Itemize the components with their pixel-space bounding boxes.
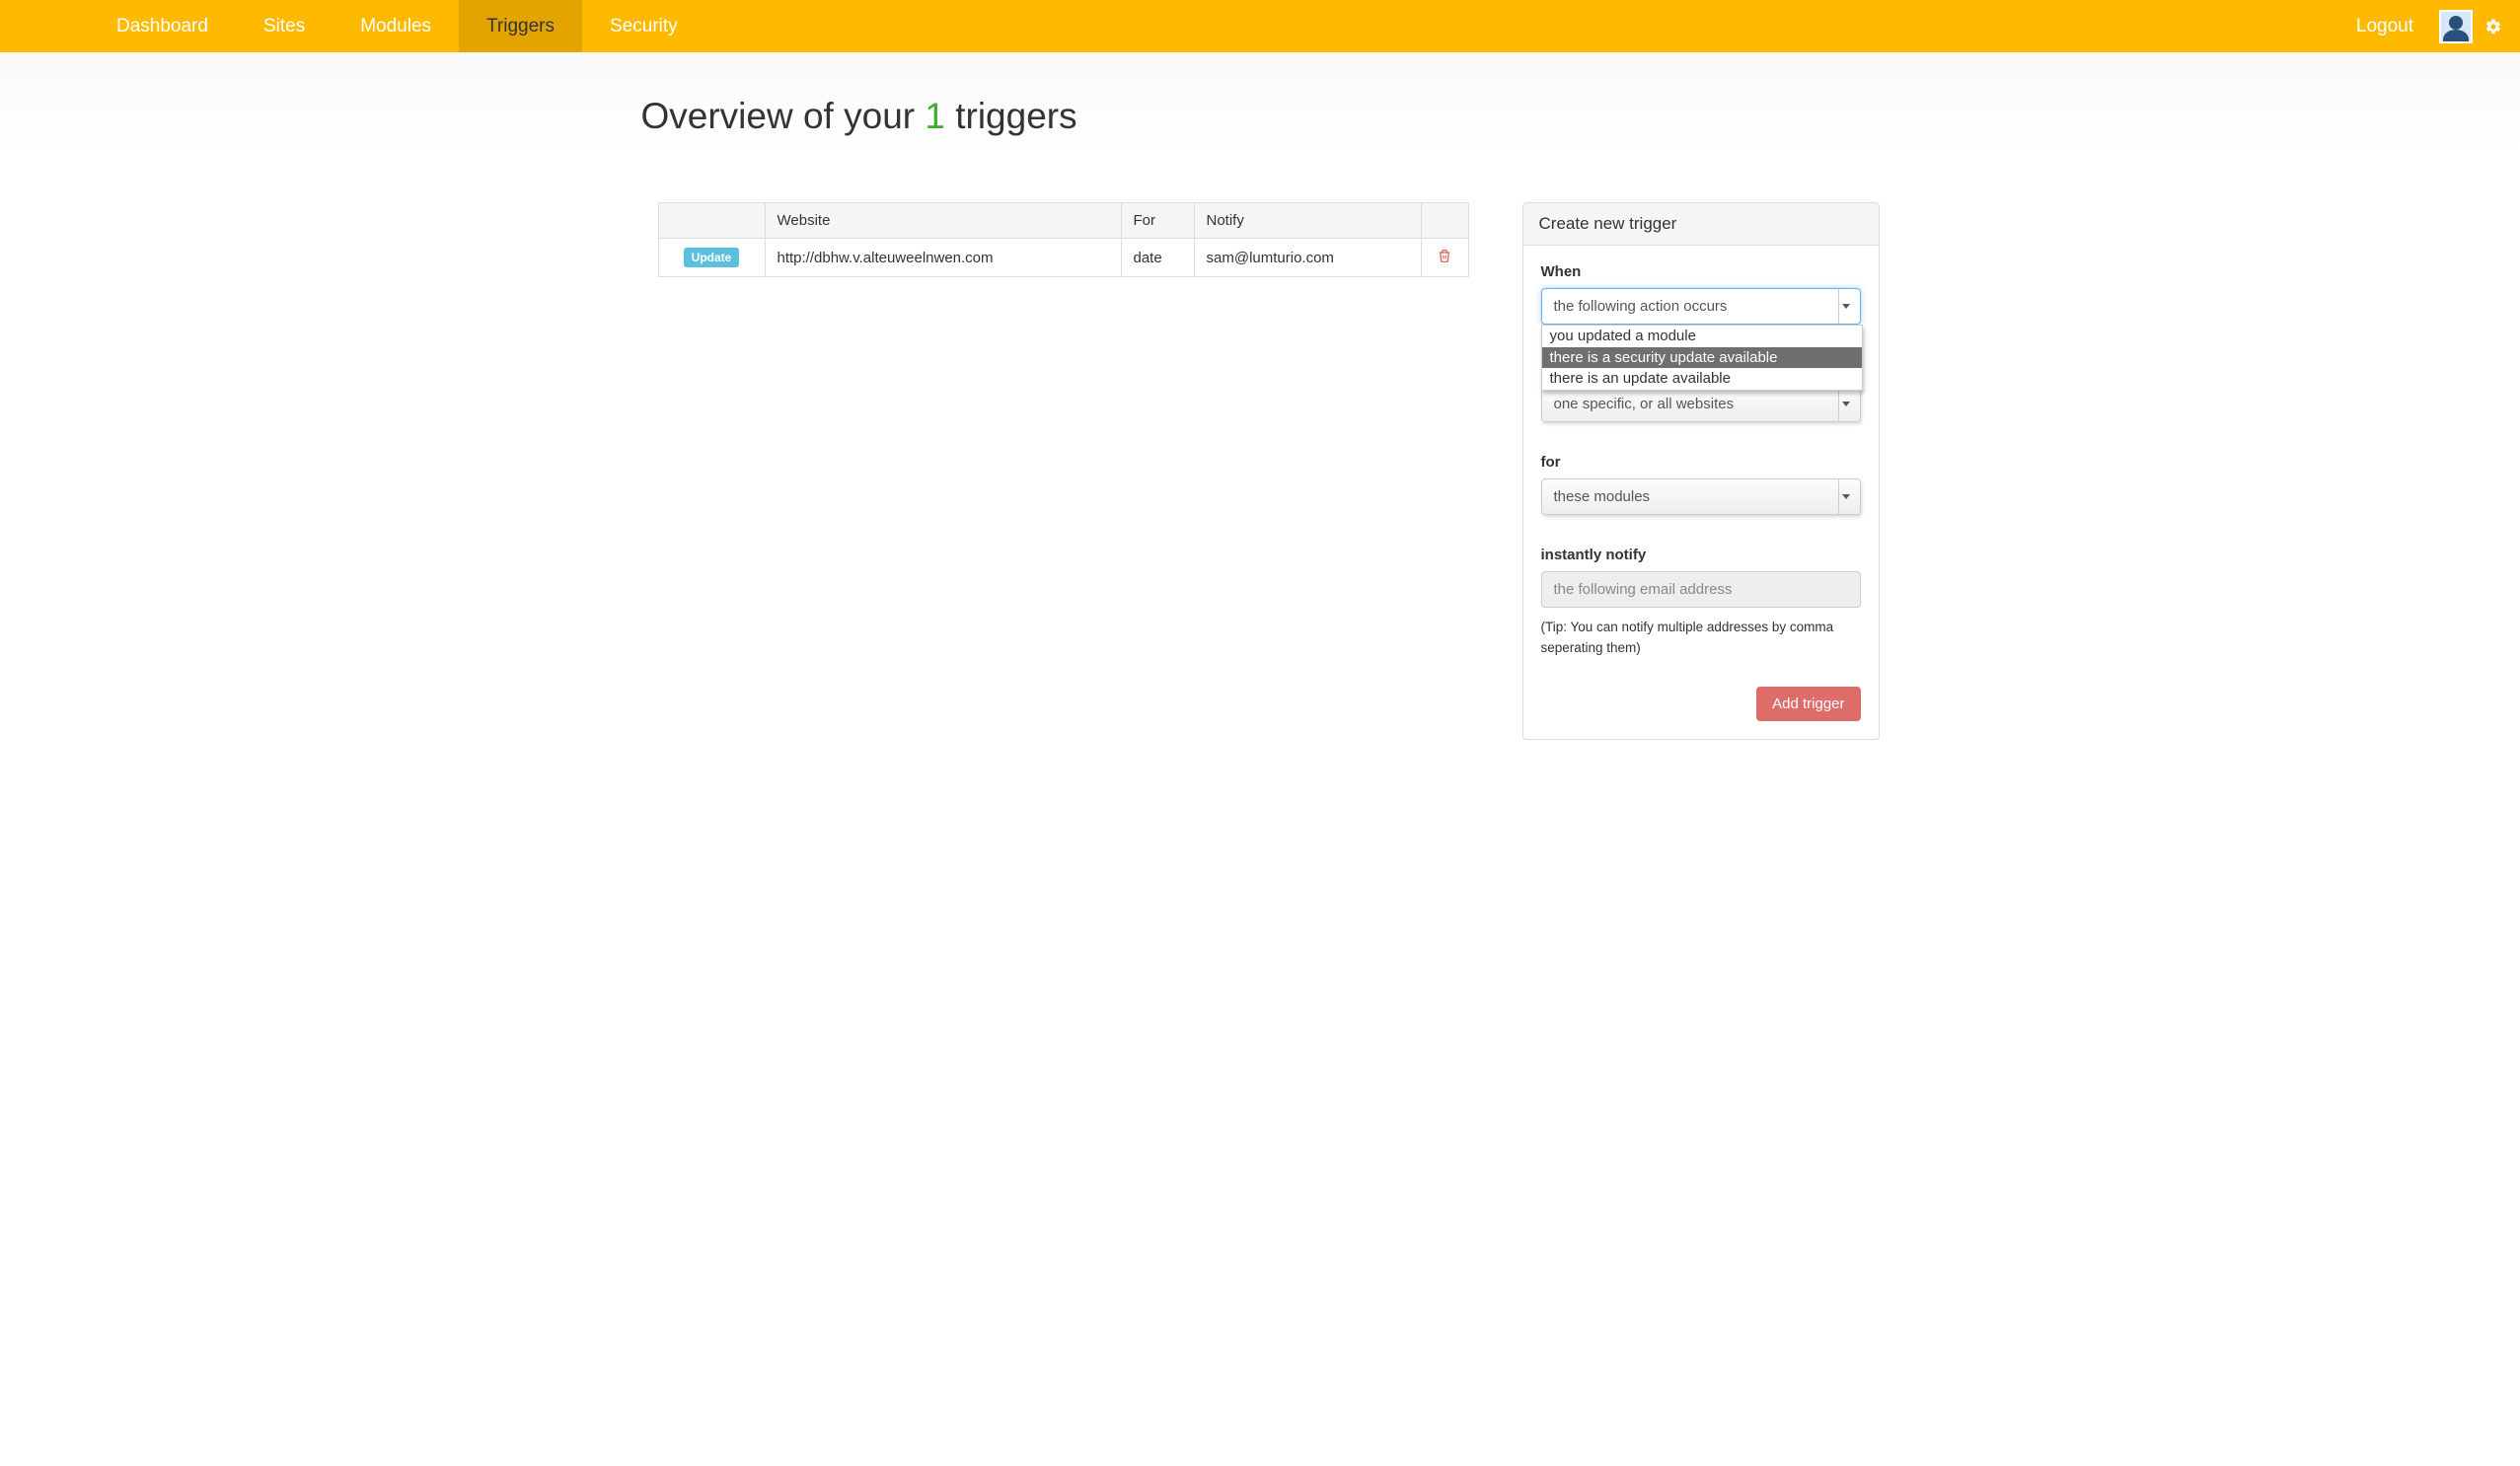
- triggers-table-wrap: Website For Notify Update http://dbhw.v.…: [641, 202, 1469, 277]
- page-title: Overview of your 1 triggers: [641, 52, 1880, 137]
- page-title-count: 1: [925, 96, 945, 136]
- when-select[interactable]: the following action occurs: [1541, 288, 1861, 325]
- chevron-down-icon: [1838, 289, 1854, 324]
- gear-icon[interactable]: [2484, 18, 2502, 36]
- when-label: When: [1541, 263, 1861, 280]
- nav-item-security[interactable]: Security: [582, 0, 705, 52]
- navbar: Dashboard Sites Modules Triggers Securit…: [0, 0, 2520, 52]
- nav-right: Logout: [2342, 0, 2502, 52]
- notify-label: instantly notify: [1541, 547, 1861, 563]
- nav-item-modules[interactable]: Modules: [333, 0, 459, 52]
- create-trigger-panel: Create new trigger When the following ac…: [1522, 202, 1880, 740]
- nav-item-dashboard[interactable]: Dashboard: [89, 0, 236, 52]
- panel-heading: Create new trigger: [1523, 203, 1879, 246]
- when-dropdown-menu: you updated a module there is a security…: [1541, 325, 1863, 391]
- avatar[interactable]: [2439, 10, 2473, 43]
- cell-for: date: [1121, 239, 1194, 277]
- notify-hint: (Tip: You can notify multiple addresses …: [1541, 618, 1861, 659]
- logout-link[interactable]: Logout: [2342, 16, 2427, 37]
- th-website: Website: [765, 203, 1121, 239]
- th-for: For: [1121, 203, 1194, 239]
- nav-left: Dashboard Sites Modules Triggers Securit…: [89, 0, 705, 52]
- th-delete: [1421, 203, 1468, 239]
- cell-notify: sam@lumturio.com: [1194, 239, 1421, 277]
- th-action: [658, 203, 765, 239]
- when-option-1[interactable]: there is a security update available: [1542, 347, 1862, 369]
- cell-website: http://dbhw.v.alteuweelnwen.com: [765, 239, 1121, 277]
- when-select-value: the following action occurs: [1554, 298, 1728, 315]
- for-website-select[interactable]: one specific, or all websites: [1541, 386, 1861, 422]
- nav-item-triggers[interactable]: Triggers: [459, 0, 582, 52]
- th-notify: Notify: [1194, 203, 1421, 239]
- when-option-0[interactable]: you updated a module: [1542, 326, 1862, 347]
- notify-input[interactable]: [1541, 571, 1861, 608]
- for-modules-select-value: these modules: [1554, 488, 1651, 505]
- page-title-suffix: triggers: [945, 96, 1077, 136]
- chevron-down-icon: [1838, 387, 1854, 421]
- triggers-table: Website For Notify Update http://dbhw.v.…: [658, 202, 1469, 277]
- for-label: for: [1541, 454, 1861, 471]
- for-modules-select[interactable]: these modules: [1541, 478, 1861, 515]
- page-title-prefix: Overview of your: [641, 96, 926, 136]
- chevron-down-icon: [1838, 479, 1854, 514]
- nav-item-sites[interactable]: Sites: [236, 0, 333, 52]
- update-badge[interactable]: Update: [684, 248, 740, 267]
- table-row: Update http://dbhw.v.alteuweelnwen.com d…: [658, 239, 1468, 277]
- for-website-select-value: one specific, or all websites: [1554, 396, 1735, 412]
- when-option-2[interactable]: there is an update available: [1542, 368, 1862, 390]
- trash-icon[interactable]: [1438, 249, 1451, 263]
- add-trigger-button[interactable]: Add trigger: [1756, 687, 1860, 721]
